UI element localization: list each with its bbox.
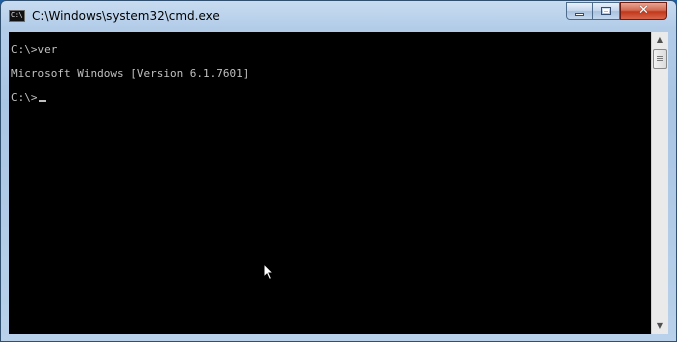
- console-line: C:\>ver: [11, 43, 58, 56]
- scroll-down-icon[interactable]: ▼: [652, 318, 668, 334]
- maximize-button[interactable]: [593, 2, 620, 20]
- scrollbar-thumb[interactable]: [653, 49, 667, 69]
- cmd-icon-text: C:\: [11, 11, 23, 19]
- minimize-icon: [575, 13, 584, 16]
- window-title: C:\Windows\system32\cmd.exe: [32, 9, 220, 23]
- console-prompt: C:\>: [11, 91, 38, 104]
- console-output[interactable]: C:\>ver Microsoft Windows [Version 6.1.7…: [9, 32, 651, 334]
- cmd-window: C:\ C:\Windows\system32\cmd.exe ✕ C:\>ve…: [0, 0, 677, 342]
- close-button[interactable]: ✕: [620, 2, 667, 20]
- scroll-up-icon[interactable]: ▲: [652, 32, 668, 48]
- title-bar[interactable]: C:\ C:\Windows\system32\cmd.exe ✕: [1, 1, 676, 31]
- close-icon: ✕: [638, 3, 649, 18]
- console-line: Microsoft Windows [Version 6.1.7601]: [11, 67, 250, 80]
- vertical-scrollbar[interactable]: ▲ ▼: [651, 32, 668, 334]
- text-cursor: [38, 100, 46, 102]
- cmd-icon[interactable]: C:\: [9, 10, 25, 22]
- minimize-button[interactable]: [566, 2, 593, 20]
- mouse-pointer-icon: [263, 263, 275, 281]
- console-prompt-line: C:\>: [11, 92, 46, 104]
- maximize-icon: [601, 7, 611, 15]
